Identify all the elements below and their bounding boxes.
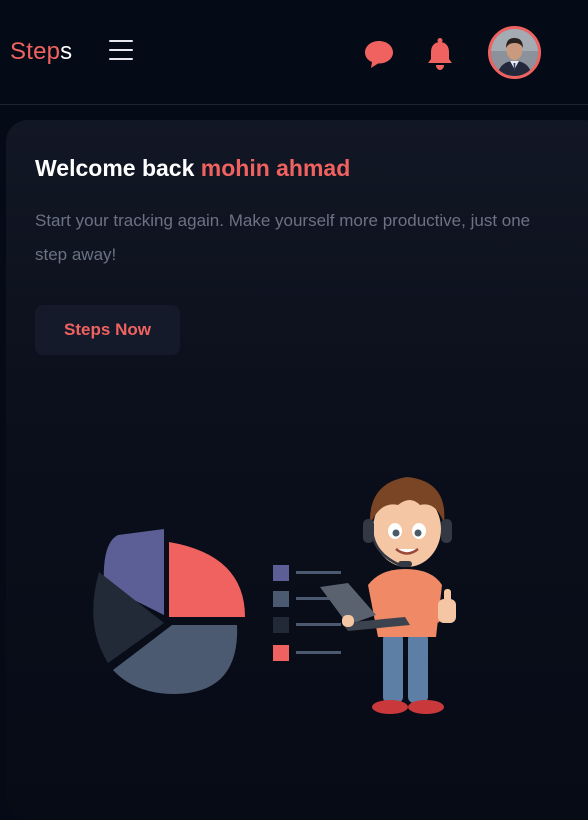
welcome-subtitle: Start your tracking again. Make yourself… xyxy=(35,211,531,264)
legend-list-graphic xyxy=(273,565,341,661)
brand-text-accent: Step xyxy=(10,38,61,65)
pie-chart-graphic xyxy=(93,529,245,694)
user-avatar[interactable] xyxy=(488,26,541,79)
steps-now-button[interactable]: Steps Now xyxy=(35,305,180,355)
top-navbar: Steps xyxy=(0,0,588,105)
welcome-prefix: Welcome back xyxy=(35,155,201,181)
welcome-heading: Welcome back mohin ahmad xyxy=(35,155,350,182)
bell-icon[interactable] xyxy=(424,37,456,71)
hero-illustration xyxy=(93,477,456,714)
hamburger-menu-icon[interactable] xyxy=(109,38,135,62)
cartoon-character xyxy=(320,477,456,714)
brand-logo[interactable]: Steps xyxy=(10,38,72,66)
brand-text-white: s xyxy=(60,38,73,65)
user-name: mohin ahmad xyxy=(200,155,351,181)
avatar-portrait xyxy=(491,29,538,76)
chat-bubble-icon[interactable] xyxy=(363,38,395,70)
